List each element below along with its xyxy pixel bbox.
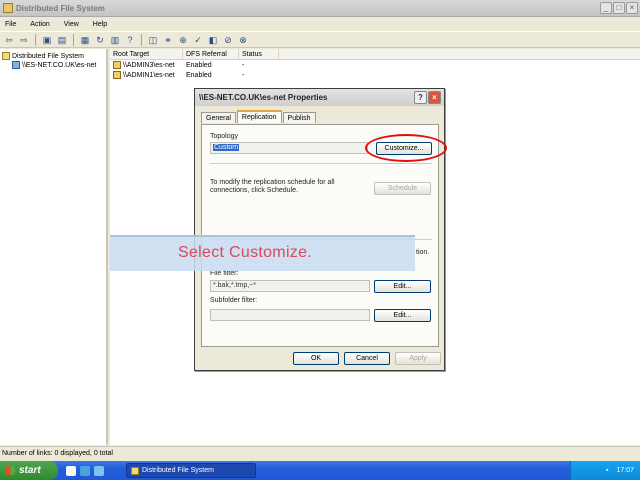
- disable-icon[interactable]: ⊗: [237, 34, 249, 46]
- ie-icon[interactable]: [80, 465, 90, 476]
- check-status-icon[interactable]: ✓: [192, 34, 204, 46]
- start-label: start: [19, 465, 41, 476]
- add-target-icon[interactable]: ⊕: [177, 34, 189, 46]
- status-bar: Number of links: 0 displayed, 0 total: [0, 446, 640, 460]
- main-title-bar: Distributed File System _ □ ×: [0, 0, 640, 17]
- open-icon[interactable]: ◧: [207, 34, 219, 46]
- row-referral: Enabled: [186, 61, 212, 69]
- tree-pane: Distributed File System \\ES-NET.CO.UK\e…: [0, 49, 108, 445]
- topology-label: Topology: [210, 133, 239, 140]
- dfs-namespace-icon: [12, 61, 20, 69]
- schedule-button[interactable]: Schedule: [374, 182, 431, 195]
- maximize-button[interactable]: □: [613, 2, 625, 14]
- remove-icon[interactable]: ⊘: [222, 34, 234, 46]
- windows-logo-icon: [6, 466, 15, 475]
- topology-value: Custom: [213, 144, 240, 151]
- tab-replication[interactable]: Replication: [236, 110, 282, 123]
- col-root-target[interactable]: Root Target: [110, 49, 183, 59]
- dialog-close-button[interactable]: ×: [428, 91, 441, 104]
- tree-root-label: Distributed File System: [12, 52, 84, 60]
- dialog-title: \\ES-NET.CO.UK\es-net Properties: [199, 93, 328, 102]
- table-row[interactable]: \\ADMIN1\es-net Enabled -: [110, 70, 640, 80]
- back-arrow-icon[interactable]: ⇦: [3, 34, 15, 46]
- tray-network-icon[interactable]: ▪: [606, 467, 608, 474]
- subfolder-filter-edit-button[interactable]: Edit...: [374, 309, 431, 322]
- minimize-button[interactable]: _: [600, 2, 612, 14]
- help-icon[interactable]: ?: [124, 34, 136, 46]
- separator-line: [210, 163, 432, 164]
- explorer-icon[interactable]: [94, 465, 104, 476]
- task-label: Distributed File System: [142, 467, 214, 474]
- shared-folder-icon: [113, 61, 121, 69]
- quick-launch: [66, 465, 104, 476]
- window-title: Distributed File System: [16, 3, 105, 13]
- dfs-task-icon: [131, 466, 139, 475]
- clock[interactable]: 17:07: [616, 467, 634, 474]
- toolbar-separator: [35, 33, 36, 46]
- toolbar: ⇦ ⇨ ▣ ▤ ▦ ↻ ▥ ? ◫ ⚭ ⊕ ✓ ◧ ⊘ ⊗: [0, 31, 640, 48]
- taskbar-task-dfs[interactable]: Distributed File System: [126, 463, 256, 478]
- toolbar-separator: [73, 33, 74, 46]
- dialog-controls: ? ×: [414, 91, 441, 104]
- col-status[interactable]: Status: [239, 49, 279, 59]
- column-headers: Root Target DFS Referral Status: [110, 49, 640, 60]
- toolbar-separator: [141, 33, 142, 46]
- up-folder-icon[interactable]: ▣: [41, 34, 53, 46]
- tree-root[interactable]: Distributed File System: [2, 52, 84, 60]
- dfs-app-icon: [3, 3, 13, 13]
- new-link-icon[interactable]: ⚭: [162, 34, 174, 46]
- schedule-instructions: To modify the replication schedule for a…: [210, 179, 335, 194]
- system-tray: ▪ 17:07: [570, 461, 640, 480]
- topology-field[interactable]: Custom: [210, 142, 368, 154]
- dfs-root-icon: [2, 52, 10, 60]
- row-referral: Enabled: [186, 71, 212, 79]
- new-root-icon[interactable]: ◫: [147, 34, 159, 46]
- apply-button[interactable]: Apply: [395, 352, 441, 365]
- menu-help[interactable]: Help: [93, 21, 107, 28]
- caption-text: Select Customize.: [178, 244, 313, 261]
- export-list-icon[interactable]: ▦: [79, 34, 91, 46]
- row-target: \\ADMIN3\es-net: [123, 61, 175, 69]
- dialog-help-button[interactable]: ?: [414, 91, 427, 104]
- subfolder-filter-field[interactable]: [210, 309, 370, 321]
- tree-item-es-net[interactable]: \\ES-NET.CO.UK\es-net: [12, 61, 96, 69]
- forward-arrow-icon[interactable]: ⇨: [18, 34, 30, 46]
- tab-general[interactable]: General: [201, 112, 236, 123]
- window-controls: _ □ ×: [600, 2, 638, 14]
- ok-button[interactable]: OK: [293, 352, 339, 365]
- file-filter-label: File filter:: [210, 270, 239, 277]
- properties-icon[interactable]: ▥: [109, 34, 121, 46]
- show-tree-icon[interactable]: ▤: [56, 34, 68, 46]
- cancel-button[interactable]: Cancel: [344, 352, 390, 365]
- dialog-tabs: General Replication Publish: [201, 110, 317, 123]
- start-button[interactable]: start: [0, 461, 58, 480]
- row-status: -: [242, 61, 245, 69]
- menu-file[interactable]: File: [5, 21, 16, 28]
- desktop-icon[interactable]: [66, 465, 76, 476]
- close-button[interactable]: ×: [626, 2, 638, 14]
- highlight-circle: [365, 134, 447, 162]
- properties-dialog: \\ES-NET.CO.UK\es-net Properties ? × Gen…: [194, 88, 445, 371]
- shared-folder-icon: [113, 71, 121, 79]
- tree-item-label: \\ES-NET.CO.UK\es-net: [22, 61, 97, 69]
- menu-bar: File Action View Help: [0, 18, 640, 31]
- menu-action[interactable]: Action: [30, 21, 49, 28]
- menu-view[interactable]: View: [64, 21, 79, 28]
- refresh-icon[interactable]: ↻: [94, 34, 106, 46]
- tutorial-caption: Select Customize.: [110, 235, 415, 271]
- col-dfs-referral[interactable]: DFS Referral: [183, 49, 239, 59]
- tab-publish[interactable]: Publish: [282, 112, 316, 123]
- taskbar: start Distributed File System EN ▪ 17:07: [0, 461, 640, 480]
- row-status: -: [242, 71, 245, 79]
- obscured-text: tion.: [416, 249, 430, 256]
- file-filter-edit-button[interactable]: Edit...: [374, 280, 431, 293]
- dialog-title-bar: \\ES-NET.CO.UK\es-net Properties ? ×: [195, 89, 444, 106]
- file-filter-field[interactable]: *.bak,*.tmp,~*: [210, 280, 370, 292]
- row-target: \\ADMIN1\es-net: [123, 71, 175, 79]
- table-row[interactable]: \\ADMIN3\es-net Enabled -: [110, 60, 640, 70]
- subfolder-filter-label: Subfolder filter:: [210, 297, 258, 304]
